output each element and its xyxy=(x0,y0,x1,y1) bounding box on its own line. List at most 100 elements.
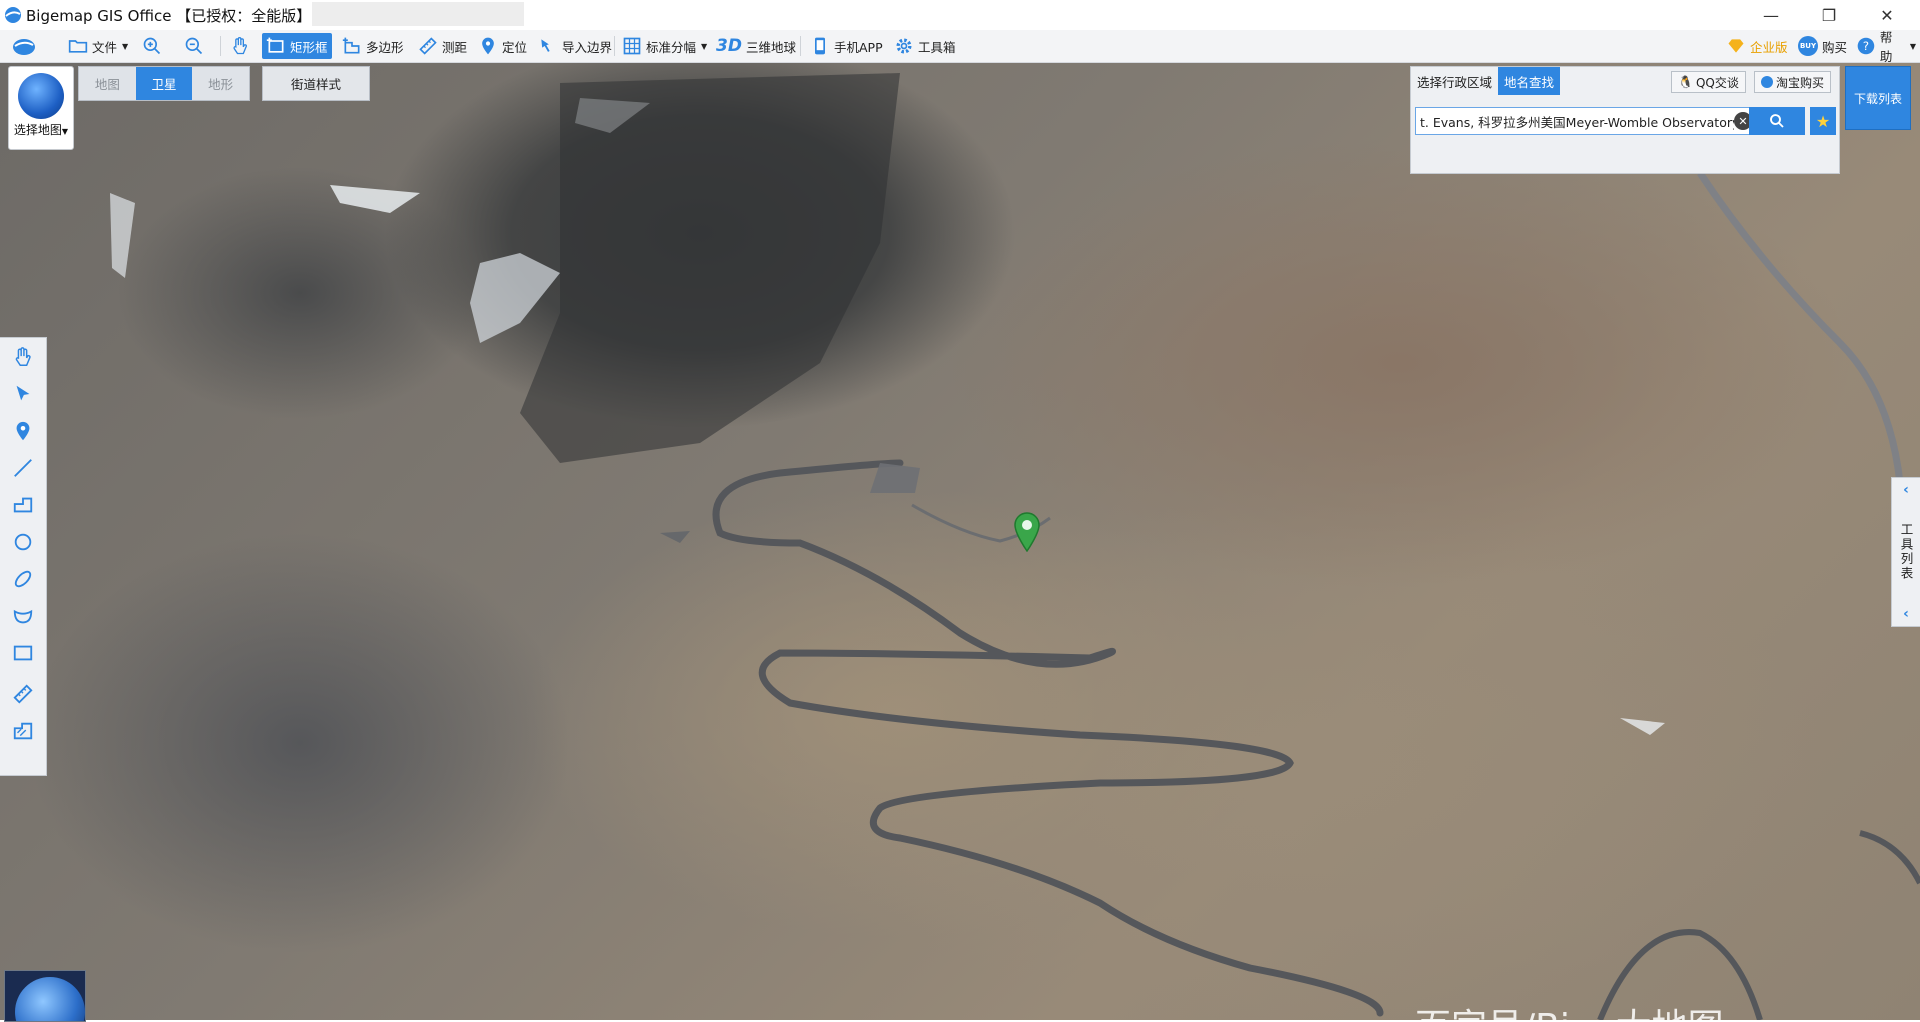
close-button[interactable]: ✕ xyxy=(1864,0,1910,30)
enterprise-button[interactable]: 企业版 xyxy=(1722,33,1792,59)
rectangle-tool[interactable] xyxy=(3,634,43,671)
window-title: Bigemap GIS Office 【已授权：全能版】 xyxy=(26,7,312,25)
locate-button[interactable]: 定位 xyxy=(474,33,531,59)
line-tool[interactable] xyxy=(3,449,43,486)
street-style-button[interactable]: 街道样式 xyxy=(262,66,370,101)
minimize-button[interactable]: — xyxy=(1748,0,1794,30)
pan-tool[interactable] xyxy=(3,338,43,375)
map-canvas[interactable]: 百家号/Bi... 大地图 xyxy=(0,63,1920,1020)
star-icon: ★ xyxy=(1815,111,1831,131)
obscured-title-area xyxy=(312,2,524,26)
select-map-label: 选择地图 xyxy=(13,123,62,137)
pan-hand-icon xyxy=(15,346,31,366)
tab-select-admin-region[interactable]: 选择行政区域 xyxy=(1411,67,1498,95)
circle-tool[interactable] xyxy=(3,523,43,560)
ruler-icon xyxy=(13,683,33,704)
rectangle-select-icon xyxy=(266,37,284,53)
map-type-switcher: 地图 卫星 地形 xyxy=(78,66,250,101)
select-tool[interactable] xyxy=(3,375,43,412)
left-drawing-toolbar xyxy=(0,337,47,776)
pan-hand-icon xyxy=(233,37,247,55)
area-measure-tool[interactable] xyxy=(3,712,43,749)
globe-icon xyxy=(18,73,64,119)
ruler-icon xyxy=(419,37,437,55)
mobile-app-button[interactable]: 手机APP xyxy=(806,33,887,59)
taobao-icon xyxy=(1761,76,1773,88)
arrow-pointer-icon xyxy=(16,385,30,400)
toolbox-label: 工具箱 xyxy=(918,39,956,55)
measure-distance-button[interactable]: 测距 xyxy=(414,33,471,59)
rectangle-select-button[interactable]: 矩形框 xyxy=(262,33,332,59)
polygon-tool[interactable] xyxy=(3,486,43,523)
help-button[interactable]: ? 帮助 ▼ xyxy=(1852,30,1920,64)
mini-globe-overview[interactable] xyxy=(4,970,86,1022)
toolbar-separator xyxy=(800,36,801,56)
zoom-in-icon xyxy=(143,37,161,55)
rectangle-select-label: 矩形框 xyxy=(290,39,328,55)
standard-sheet-button[interactable]: 标准分幅 ▼ xyxy=(618,33,711,59)
polygon-icon xyxy=(13,497,33,512)
download-list-button[interactable]: 下载列表 xyxy=(1845,66,1911,130)
diamond-icon xyxy=(1728,39,1744,53)
chevron-down-icon: ▼ xyxy=(701,41,708,51)
buy-label: 购买 xyxy=(1822,39,1848,55)
file-menu-label: 文件 xyxy=(92,39,118,55)
file-menu-button[interactable]: 文件 ▼ xyxy=(64,33,132,59)
place-search-value: t. Evans, 科罗拉多州美国Meyer-Womble Observator… xyxy=(1420,114,1734,130)
search-icon xyxy=(1770,114,1784,128)
qq-penguin-icon: 🐧 xyxy=(1678,75,1693,89)
taobao-buy-link[interactable]: 淘宝购买 xyxy=(1754,71,1832,93)
folder-icon xyxy=(68,40,88,53)
measure-distance-label: 测距 xyxy=(442,39,468,55)
zoom-out-icon xyxy=(185,37,203,55)
line-icon xyxy=(14,458,32,477)
pan-button[interactable] xyxy=(226,33,254,59)
chevron-down-icon: ▼ xyxy=(1909,41,1916,51)
location-marker-icon[interactable] xyxy=(1012,512,1042,552)
taobao-buy-label: 淘宝购买 xyxy=(1776,75,1825,90)
polygon-select-button[interactable]: 多边形 xyxy=(338,33,408,59)
zoom-out-button[interactable] xyxy=(180,33,208,59)
zoom-in-button[interactable] xyxy=(138,33,166,59)
sector-tool[interactable] xyxy=(3,597,43,634)
favorite-button[interactable]: ★ xyxy=(1810,107,1836,135)
select-map-button[interactable]: 选择地图▼ xyxy=(8,66,74,150)
chevron-left-icon: ‹ xyxy=(1903,482,1909,498)
import-boundary-icon xyxy=(541,39,550,52)
enterprise-label: 企业版 xyxy=(1750,39,1788,55)
ellipse-tool[interactable] xyxy=(3,560,43,597)
bigemap-logo-icon xyxy=(13,39,35,55)
logo-menu-button[interactable] xyxy=(6,33,42,59)
satellite-terrain xyxy=(110,73,1920,1020)
title-bar: Bigemap GIS Office 【已授权：全能版】 — ❐ ✕ xyxy=(0,0,1920,30)
3d-earth-label: 三维地球 xyxy=(745,39,796,55)
qq-chat-link[interactable]: 🐧 QQ交谈 xyxy=(1671,71,1746,93)
import-boundary-button[interactable]: 导入边界 xyxy=(534,33,616,59)
3d-earth-button[interactable]: 3D 三维地球 xyxy=(712,33,800,59)
search-button[interactable] xyxy=(1749,107,1805,135)
buy-badge-icon: BUY xyxy=(1798,36,1818,56)
qq-chat-label: QQ交谈 xyxy=(1695,75,1739,90)
point-tool[interactable] xyxy=(3,412,43,449)
area-measure-icon xyxy=(13,722,33,739)
tab-place-search[interactable]: 地名查找 xyxy=(1498,67,1561,95)
place-search-input[interactable]: t. Evans, 科罗拉多州美国Meyer-Womble Observator… xyxy=(1415,107,1757,135)
toolbox-button[interactable]: 工具箱 xyxy=(890,33,960,59)
locate-label: 定位 xyxy=(502,39,528,55)
map-type-terrain[interactable]: 地形 xyxy=(192,67,249,100)
mobile-app-label: 手机APP xyxy=(834,39,883,55)
map-type-map[interactable]: 地图 xyxy=(79,67,136,100)
svg-text:?: ? xyxy=(1863,39,1869,53)
measure-tool[interactable] xyxy=(3,675,43,712)
tool-list-label: 工具列表 xyxy=(1898,523,1914,581)
buy-button[interactable]: BUY 购买 xyxy=(1794,33,1851,59)
toolbar-separator xyxy=(220,36,221,56)
help-label: 帮助 xyxy=(1879,30,1893,64)
app-logo-icon xyxy=(5,7,21,23)
restore-button[interactable]: ❐ xyxy=(1806,0,1852,30)
mobile-icon xyxy=(815,37,825,55)
map-type-satellite[interactable]: 卫星 xyxy=(135,67,193,100)
grid-icon xyxy=(623,37,641,55)
polygon-select-icon xyxy=(342,37,360,54)
tool-list-panel-toggle[interactable]: ‹ 工具列表 ‹ xyxy=(1891,477,1920,627)
